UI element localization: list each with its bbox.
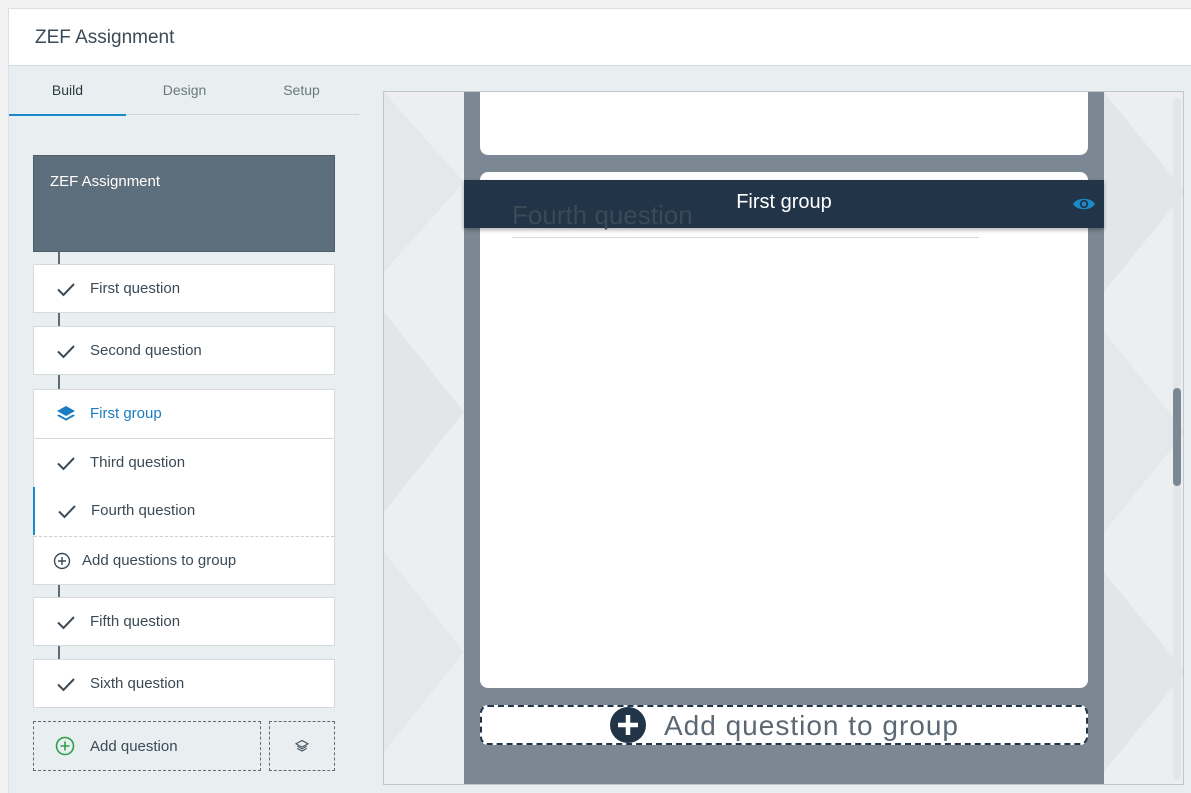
tree-connector <box>58 585 60 597</box>
tree-item-sixth-question[interactable]: Sixth question <box>33 659 335 708</box>
tree-connector <box>58 375 60 389</box>
add-question-to-group-button[interactable]: Add question to group <box>480 705 1088 745</box>
add-group-button[interactable] <box>269 721 335 771</box>
check-icon <box>58 505 76 519</box>
preview-device: First group Fourth question Add question… <box>464 92 1104 784</box>
question-title[interactable]: Fourth question <box>512 200 979 238</box>
plus-circle-icon <box>610 707 646 743</box>
tree-item-label: Third question <box>90 454 186 471</box>
add-circle-icon <box>55 736 75 756</box>
tree-connector <box>58 252 60 264</box>
check-icon <box>57 283 75 297</box>
add-question-button[interactable]: Add question <box>33 721 261 771</box>
add-questions-to-group-label: Add questions to group <box>82 552 237 569</box>
editor-tabs: Build Design Setup <box>9 66 360 116</box>
tree-item-second-question[interactable]: Second question <box>33 326 335 375</box>
check-icon <box>57 345 75 359</box>
tree-item-third-question[interactable]: Third question <box>34 439 334 487</box>
preview-scrollbar[interactable] <box>1173 98 1181 780</box>
group-header[interactable]: First group <box>34 390 334 438</box>
tab-design[interactable]: Design <box>126 66 243 115</box>
tree-item-label: Second question <box>90 342 202 359</box>
tab-build[interactable]: Build <box>9 66 126 116</box>
tree-item-label: First question <box>90 280 181 297</box>
survey-title-card[interactable]: ZEF Assignment <box>33 155 335 252</box>
top-bar: ZEF Assignment <box>9 9 1191 66</box>
group-label: First group <box>90 405 162 422</box>
add-question-to-group-label: Add question to group <box>664 710 959 741</box>
app-title: ZEF Assignment <box>35 27 175 48</box>
tree-connector <box>58 313 60 326</box>
app-window: ZEF Assignment Build Design Setup ZEF As… <box>8 8 1191 793</box>
tree-item-fourth-question[interactable]: Fourth question <box>33 487 333 535</box>
tree-item-label: Fifth question <box>90 613 181 630</box>
tree-item-fifth-question[interactable]: Fifth question <box>33 597 335 646</box>
scrollbar-thumb[interactable] <box>1173 388 1181 486</box>
preview-panel: First group Fourth question Add question… <box>383 91 1184 785</box>
tree-item-label: Fourth question <box>91 502 196 519</box>
check-icon <box>57 616 75 630</box>
check-icon <box>57 457 75 471</box>
tab-setup[interactable]: Setup <box>243 66 360 115</box>
tree-item-first-question[interactable]: First question <box>33 264 335 313</box>
layers-icon <box>57 406 75 421</box>
check-icon <box>57 678 75 692</box>
add-circle-icon <box>53 552 71 570</box>
add-questions-to-group-button[interactable]: Add questions to group <box>34 537 334 585</box>
question-card <box>480 172 1088 688</box>
survey-title: ZEF Assignment <box>50 173 161 190</box>
eye-icon[interactable] <box>1072 194 1096 214</box>
layers-outline-icon <box>295 739 309 752</box>
tree-item-label: Sixth question <box>90 675 185 692</box>
previous-card <box>480 92 1088 155</box>
add-question-label: Add question <box>90 738 178 755</box>
tree-connector <box>58 646 60 659</box>
tree-group-first-group: First group Third question Fourth questi… <box>33 389 335 585</box>
